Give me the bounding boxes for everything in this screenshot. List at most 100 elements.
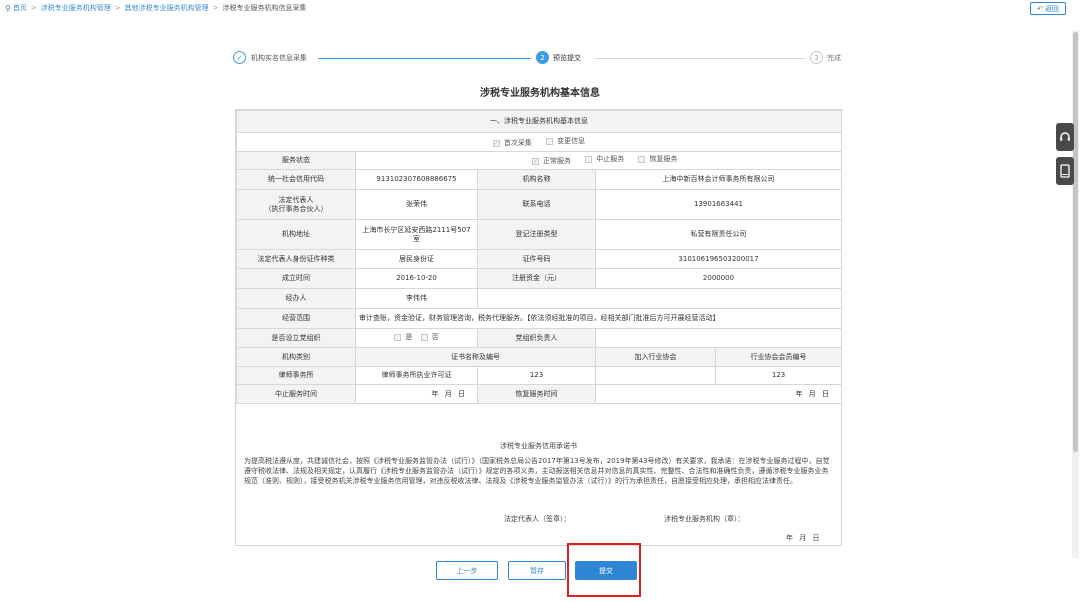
step-3-marker: 3 xyxy=(810,51,823,64)
breadcrumb-item-other-agency-management[interactable]: 其他涉税专业服务机构管理 xyxy=(125,3,209,13)
handler-row: 经办人 李伟伟 xyxy=(236,288,842,309)
address-value-line1: 上海市长宁区延安西路2111号507 xyxy=(362,225,471,234)
breadcrumb-item-current: 涉税专业服务机构信息采集 xyxy=(222,4,307,12)
legal-rep-row: 法定代表人 （执行事务合伙人） 张荣伟 联系电话 13901663441 xyxy=(236,189,842,220)
legal-rep-label: 法定代表人 （执行事务合伙人） xyxy=(236,189,356,220)
scope-row: 经营范围 审计查账，资金验证，财务管理咨询，税务代理服务。【依法须经批准的项目，… xyxy=(236,308,842,329)
member-no-header: 行业协会会员编号 xyxy=(715,347,842,367)
undo-icon: ↶ xyxy=(1037,4,1043,13)
legal-rep-value: 张荣伟 xyxy=(355,189,478,220)
top-bar: ⚲ 首页 > 涉税专业服务机构管理 > 其他涉税专业服务机构管理 > 涉税专业服… xyxy=(0,0,1080,16)
credit-pledge: 涉税专业服务信用承诺书 为提高税法遵从度，共建诚信社会，按照《涉税专业服务监管办… xyxy=(236,435,841,547)
established-label: 成立时间 xyxy=(236,268,356,289)
phone-label: 联系电话 xyxy=(477,189,596,220)
address-value-line2: 室 xyxy=(413,234,420,243)
submit-highlight-box xyxy=(567,543,641,597)
checkbox-icon[interactable] xyxy=(585,156,593,163)
party-org-no-option[interactable]: 否 xyxy=(420,332,439,342)
handler-value: 李伟伟 xyxy=(355,288,478,309)
breadcrumb-item-home[interactable]: 首页 xyxy=(13,3,27,13)
credit-code-label: 统一社会信用代码 xyxy=(236,169,356,190)
checkbox-icon[interactable] xyxy=(420,333,428,341)
change-info-option[interactable]: 变更信息 xyxy=(546,137,585,146)
step-2-label: 预览提交 xyxy=(553,54,581,62)
step-indicator: ✓ 机构实名信息采集 2 预览提交 3 完成 xyxy=(233,50,843,66)
party-org-label: 是否设立党组织 xyxy=(236,328,356,348)
cert-no-value: 123 xyxy=(477,366,596,385)
step-1-check-icon: ✓ xyxy=(233,51,246,64)
service-status-label: 服务状态 xyxy=(236,151,356,170)
step-connector-pending xyxy=(595,58,805,59)
status-suspended-option[interactable]: 中止服务 xyxy=(585,155,624,164)
page-scrollbar[interactable] xyxy=(1072,30,1079,558)
change-info-label: 变更信息 xyxy=(557,136,586,145)
legal-rep-signature-label: 法定代表人（签章）： xyxy=(504,515,571,523)
agency-info-table: 一、涉税专业服务机构基本信息 ✓ 首次采集 变更信息 服务状态 ✓ 正常服务 中止服… xyxy=(236,110,842,404)
checkbox-icon[interactable] xyxy=(638,156,646,163)
status-resumed-option[interactable]: 恢复服务 xyxy=(638,155,677,164)
location-pin-icon: ⚲ xyxy=(5,3,11,13)
org-name-label: 机构名称 xyxy=(477,169,596,190)
save-draft-button[interactable]: 暂存 xyxy=(508,561,566,580)
id-type-label: 法定代表人身份证件种类 xyxy=(236,249,356,269)
phone-value: 13901663441 xyxy=(595,189,842,220)
breadcrumb-item-agency-management[interactable]: 涉税专业服务机构管理 xyxy=(41,3,111,13)
scope-value: 审计查账，资金验证，财务管理咨询，税务代理服务。【依法须经批准的项目，经相关部门… xyxy=(355,308,842,329)
first-collection-option[interactable]: ✓ 首次采集 xyxy=(492,139,532,148)
party-leader-label: 党组织负责人 xyxy=(477,328,596,348)
cert-name-value: 律师事务所执业许可证 xyxy=(355,366,478,385)
checkbox-checked-icon[interactable]: ✓ xyxy=(492,139,500,147)
cert-row: 律师事务所 律师事务所执业许可证 123 123 xyxy=(236,366,842,385)
category-header: 机构类别 xyxy=(236,347,356,367)
breadcrumb-separator: > xyxy=(30,4,37,12)
form-title: 涉税专业服务机构基本信息 xyxy=(480,88,600,99)
headset-tool-button[interactable] xyxy=(1056,123,1074,151)
party-org-yes-option[interactable]: 是 xyxy=(394,333,412,342)
section-header-row: 一、涉税专业服务机构基本信息 xyxy=(236,110,842,133)
cert-category-value: 律师事务所 xyxy=(236,366,356,385)
address-row: 机构地址 上海市长宁区延安西路2111号507 室 登记注册类型 私营有限责任公司 xyxy=(236,219,842,250)
service-status-options: ✓ 正常服务 中止服务 恢复服务 xyxy=(355,151,842,170)
party-org-options: 是 否 xyxy=(355,328,478,348)
party-org-no-label: 否 xyxy=(431,332,439,341)
checkbox-checked-icon[interactable]: ✓ xyxy=(532,158,539,165)
step-3-label: 完成 xyxy=(827,54,841,62)
agency-info-form: 一、涉税专业服务机构基本信息 ✓ 首次采集 变更信息 服务状态 ✓ 正常服务 中止服… xyxy=(235,109,842,546)
back-button[interactable]: ↶ 返回 xyxy=(1030,2,1066,15)
handler-label: 经办人 xyxy=(236,288,356,309)
resume-time-label: 恢复服务时间 xyxy=(477,384,596,404)
tablet-tool-button[interactable] xyxy=(1056,157,1074,185)
party-org-row: 是否设立党组织 是 否 党组织负责人 xyxy=(236,328,842,348)
handler-empty-cell xyxy=(477,288,842,309)
credit-code-row: 统一社会信用代码 913102307608886675 机构名称 上海中新百林会… xyxy=(236,169,842,190)
checkbox-icon[interactable] xyxy=(394,333,402,341)
status-normal-option[interactable]: ✓ 正常服务 xyxy=(532,157,571,166)
resume-time-value: 年 月 日 xyxy=(595,384,842,404)
back-button-label: 返回 xyxy=(1044,4,1059,13)
reg-type-value: 私营有限责任公司 xyxy=(595,219,842,250)
checkbox-icon[interactable] xyxy=(546,137,554,145)
established-row: 成立时间 2016-10-20 注册资金（元） 2000000 xyxy=(236,268,842,289)
pledge-date: 年 月 日 xyxy=(786,534,820,542)
association-header: 加入行业协会 xyxy=(595,347,716,367)
step-connector-done xyxy=(318,58,531,59)
pledge-title: 涉税专业服务信用承诺书 xyxy=(500,442,577,450)
id-no-value: 310106196503200017 xyxy=(595,249,842,269)
capital-label: 注册资金（元） xyxy=(477,268,596,289)
breadcrumb-separator: > xyxy=(114,4,121,12)
address-value: 上海市长宁区延安西路2111号507 室 xyxy=(355,219,478,250)
legal-rep-label-line2: （执行事务合伙人） xyxy=(264,204,328,213)
headset-icon xyxy=(1060,132,1070,141)
credit-code-value: 913102307608886675 xyxy=(355,169,478,190)
party-org-yes-label: 是 xyxy=(405,332,413,341)
collection-type-row: ✓ 首次采集 变更信息 xyxy=(236,132,842,152)
pledge-body: 为提高税法遵从度，共建诚信社会，按照《涉税专业服务监管办法（试行）》（国家税务总… xyxy=(244,457,830,485)
breadcrumb: ⚲ 首页 > 涉税专业服务机构管理 > 其他涉税专业服务机构管理 > 涉税专业服… xyxy=(5,3,306,13)
suspend-time-value: 年 月 日 xyxy=(355,384,478,404)
id-no-label: 证件号码 xyxy=(477,249,596,269)
party-leader-value xyxy=(595,328,842,348)
prev-step-button[interactable]: 上一步 xyxy=(436,561,498,580)
id-row: 法定代表人身份证件种类 居民身份证 证件号码 31010619650320001… xyxy=(236,249,842,269)
agency-seal-label: 涉税专业服务机构（章）： xyxy=(664,515,745,523)
step-1-label: 机构实名信息采集 xyxy=(251,54,307,62)
